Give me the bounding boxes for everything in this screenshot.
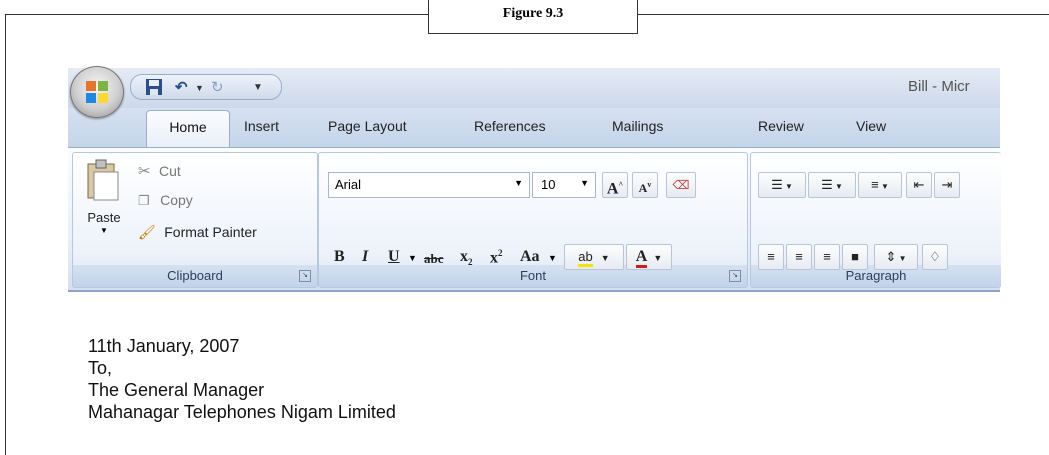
superscript-label: x: [490, 249, 498, 267]
subscript-label: x: [460, 248, 468, 265]
change-case-dropdown-icon[interactable]: ▼: [548, 253, 557, 263]
redo-icon[interactable]: ↻: [211, 78, 224, 96]
tab-home-label: Home: [169, 119, 207, 135]
document-line-to: To,: [88, 358, 113, 378]
chevron-down-icon: ▼: [580, 178, 589, 188]
office-logo-icon: [86, 81, 108, 103]
font-name-dropdown[interactable]: Arial ▼: [328, 172, 530, 198]
paste-label: Paste: [87, 210, 121, 225]
align-left-button[interactable]: ≡: [758, 244, 784, 270]
clipboard-group-label: Clipboard: [73, 265, 317, 287]
font-group-label: Font: [319, 265, 747, 287]
bold-button[interactable]: B: [334, 248, 345, 266]
shrink-font-button[interactable]: Av: [632, 172, 658, 198]
undo-dropdown-icon[interactable]: ▼: [195, 83, 204, 93]
copy-icon: ❐: [138, 193, 150, 208]
clipboard-launcher-icon[interactable]: ↘: [299, 270, 311, 282]
chevron-down-icon: ▼: [514, 178, 523, 188]
grow-font-button[interactable]: A^: [602, 172, 628, 198]
document-line-company: Mahanagar Telephones Nigam Limited: [88, 402, 396, 422]
eraser-icon: ⌫: [672, 178, 690, 192]
font-color-label: A: [635, 248, 648, 268]
window-title: Bill - Micr: [908, 78, 970, 95]
font-size-value: 10: [541, 177, 556, 192]
copy-label: Copy: [160, 192, 193, 208]
document-line-recipient: The General Manager: [88, 380, 265, 400]
italic-button[interactable]: I: [362, 248, 368, 266]
underline-button[interactable]: U: [388, 248, 400, 266]
justify-button[interactable]: ■: [842, 244, 868, 270]
line-spacing-button[interactable]: ⇕ ▼: [874, 244, 918, 270]
align-center-button[interactable]: ≡: [786, 244, 812, 270]
paste-dropdown-icon: ▼: [100, 226, 108, 235]
cut-button[interactable]: ✂ Cut: [138, 162, 181, 182]
numbering-button[interactable]: ☰ ▼: [808, 172, 856, 198]
figure-label: Figure 9.3: [428, 0, 638, 34]
paste-button[interactable]: Paste ▼: [78, 158, 130, 262]
tab-home[interactable]: Home: [146, 110, 230, 149]
document-line-date: 11th January, 2007: [88, 336, 240, 356]
clear-formatting-button[interactable]: ⌫: [666, 172, 696, 198]
tab-page-layout[interactable]: Page Layout: [328, 118, 407, 134]
font-size-dropdown[interactable]: 10 ▼: [532, 172, 596, 198]
bullets-button[interactable]: ☰ ▼: [758, 172, 806, 198]
tab-mailings[interactable]: Mailings: [612, 118, 663, 134]
copy-button[interactable]: ❐ Copy: [138, 192, 193, 212]
quick-access-toolbar: ↶ ▼ ↻ ▼: [130, 74, 282, 100]
save-icon[interactable]: [145, 78, 163, 100]
tab-view[interactable]: View: [856, 118, 886, 134]
align-right-button[interactable]: ≡: [814, 244, 840, 270]
font-launcher-icon[interactable]: ↘: [729, 270, 741, 282]
format-painter-button[interactable]: 🖌 Format Painter: [138, 224, 257, 244]
strikethrough-button[interactable]: abc: [424, 251, 444, 267]
underline-dropdown-icon[interactable]: ▼: [408, 253, 417, 263]
font-name-value: Arial: [335, 177, 362, 192]
office-button[interactable]: [70, 66, 124, 118]
highlight-button[interactable]: ab ▼: [564, 244, 624, 270]
font-color-button[interactable]: A ▼: [626, 244, 672, 270]
tab-insert[interactable]: Insert: [244, 118, 279, 134]
tab-review[interactable]: Review: [758, 118, 804, 134]
cut-label: Cut: [159, 163, 181, 179]
shading-button[interactable]: ♢: [922, 244, 948, 270]
paintbrush-icon: 🖌: [138, 224, 156, 240]
customize-qat-icon[interactable]: ▼: [253, 82, 263, 93]
multilevel-list-button[interactable]: ≡ ▼: [858, 172, 902, 198]
format-painter-label: Format Painter: [164, 224, 257, 240]
highlight-label: ab: [578, 249, 593, 267]
change-case-button[interactable]: Aa: [520, 248, 540, 266]
grow-font-label: A: [606, 180, 619, 198]
superscript-button[interactable]: x2: [490, 248, 503, 267]
subscript-button[interactable]: x2: [460, 248, 473, 267]
tab-references[interactable]: References: [474, 118, 546, 134]
scissors-icon: ✂: [138, 163, 151, 180]
decrease-indent-button[interactable]: ⇤: [906, 172, 932, 198]
clipboard-icon: [87, 159, 119, 201]
increase-indent-button[interactable]: ⇥: [934, 172, 960, 198]
undo-icon[interactable]: ↶: [175, 78, 188, 96]
